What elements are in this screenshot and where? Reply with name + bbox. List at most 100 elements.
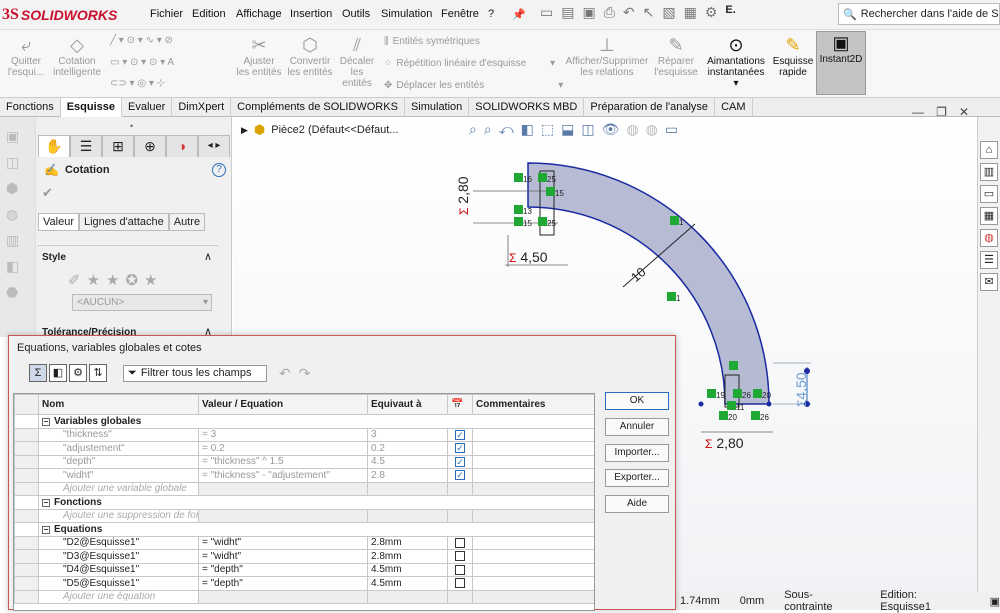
menu-simulation[interactable]: Simulation (381, 8, 432, 20)
relation-marker[interactable]: 15 (514, 217, 532, 228)
status-icon[interactable]: ▣ (990, 595, 1000, 608)
menu-fenetre[interactable]: Fenêtre (441, 8, 479, 20)
eq-value[interactable]: = "depth" (198, 562, 368, 577)
tab-simulation[interactable]: Simulation (405, 98, 470, 117)
table-row[interactable]: "adjustement" = 0.2 0.2 ✓ (14, 441, 594, 456)
tab-evaluer[interactable]: Evaluer (122, 98, 173, 117)
help-search-input[interactable]: 🔍 Rechercher dans l'aide de SOLIDW (838, 3, 1000, 25)
comment-cell[interactable] (472, 576, 594, 591)
relation-marker[interactable]: 16 (514, 173, 532, 184)
task-strip-icons[interactable]: ▣ ◫ ⬢ ◍ ▥ ◧ ⬣ (6, 123, 29, 305)
eval-cell[interactable]: ✓ (447, 454, 473, 469)
relation-icon[interactable] (729, 361, 738, 370)
group-globals[interactable]: − Variables globales (38, 414, 594, 429)
property-manager-tab[interactable]: ☰ (70, 135, 102, 157)
smart-dimension-button[interactable]: ◇ Cotation intelligente (50, 34, 104, 78)
group-row-equations[interactable]: − Equations (14, 522, 594, 537)
options-gear-icon[interactable]: ⚙ (705, 4, 718, 21)
sketch-equation-view-icon[interactable]: ◧ (49, 364, 67, 382)
help-icon[interactable]: ? (212, 163, 226, 177)
eq-name[interactable]: "D4@Esquisse1" (38, 562, 199, 577)
eval-cell[interactable] (447, 535, 473, 550)
relation-marker[interactable]: 1 (670, 216, 683, 227)
custom-properties-icon[interactable]: ☰ (980, 251, 998, 269)
checkbox-checked[interactable]: ✓ (455, 429, 465, 440)
checkbox-checked[interactable]: ✓ (455, 443, 465, 454)
chevron-down-icon[interactable]: ▾ (550, 58, 555, 69)
chevron-down-icon[interactable]: ▾ (558, 80, 563, 91)
menu-outils[interactable]: Outils (342, 8, 370, 20)
group-functions[interactable]: − Fonctions (38, 495, 594, 510)
table-row[interactable]: "widht" = "thickness" - "adjustement" 2.8 ✓ (14, 468, 594, 483)
import-button[interactable]: Importer... (605, 444, 669, 462)
group-equations[interactable]: − Equations (38, 522, 594, 537)
tab-solidworks-mbd[interactable]: SOLIDWORKS MBD (469, 98, 585, 117)
var-value[interactable]: = 0.2 (198, 441, 368, 456)
display-manager-tab[interactable]: ◑ (166, 135, 198, 157)
sketch-tools-grid[interactable]: ╱ ▾ ⊙ ▾ ∿ ▾ ⊘ (110, 35, 173, 46)
select-icon[interactable]: ↖ (643, 4, 655, 21)
checkbox-checked[interactable]: ✓ (455, 456, 465, 467)
file-properties-icon[interactable]: ▦ (684, 4, 697, 21)
eq-value[interactable]: = "widht" (198, 535, 368, 550)
var-value[interactable]: = 3 (198, 427, 368, 442)
pin-icon[interactable]: 📌 (512, 8, 526, 21)
sketch-tools-grid-2[interactable]: ▭ ▾ ⊙ ▾ ⊙ ▾ A (110, 57, 174, 68)
eval-cell[interactable]: ✓ (447, 427, 473, 442)
eq-name[interactable]: "D5@Esquisse1" (38, 576, 199, 591)
forum-icon[interactable]: ✉ (980, 273, 998, 291)
eval-cell[interactable] (447, 549, 473, 564)
dimension-d-top[interactable]: Σ 2,80 (455, 176, 471, 215)
relation-marker[interactable]: 25 (538, 217, 556, 228)
checkbox-unchecked[interactable] (455, 551, 465, 562)
eq-value[interactable]: = "widht" (198, 549, 368, 564)
table-row[interactable]: "D4@Esquisse1" = "depth" 4.5mm (14, 562, 594, 577)
filter-input[interactable]: ⏷ Filtrer tous les champs (123, 364, 267, 382)
collapse-toggle-icon[interactable]: − (42, 417, 50, 426)
comment-cell[interactable] (472, 454, 594, 469)
comment-cell[interactable] (472, 468, 594, 483)
var-name[interactable]: "widht" (38, 468, 199, 483)
var-name[interactable]: "adjustement" (38, 441, 199, 456)
collapse-handle[interactable]: • (130, 121, 133, 131)
group-row-functions[interactable]: − Fonctions (14, 495, 594, 510)
sketch-point[interactable] (698, 401, 704, 407)
comment-cell[interactable] (472, 535, 594, 550)
redo-icon[interactable]: ↷ (299, 365, 311, 382)
column-nom[interactable]: Nom (38, 394, 199, 415)
sketch-point[interactable] (766, 401, 772, 407)
eval-cell[interactable] (447, 576, 473, 591)
style-icons[interactable]: ✐★★✪★ (68, 271, 163, 289)
menu-edition[interactable]: Edition (192, 8, 226, 20)
linear-pattern-button[interactable]: ⁘ Répétition linéaire d'esquisse ▾ (384, 58, 555, 69)
tab-lignes-attache[interactable]: Lignes d'attache (78, 213, 169, 231)
undo-icon[interactable]: ↶ (623, 4, 635, 21)
var-value[interactable]: = "thickness" ^ 1.5 (198, 454, 368, 469)
line-icon[interactable]: ╱ ▾ ⊙ ▾ ∿ ▾ ⊘ (110, 35, 173, 46)
table-row[interactable]: Ajouter une variable globale (14, 481, 594, 496)
e-icon[interactable]: E. (725, 4, 735, 21)
tab-esquisse[interactable]: Esquisse (60, 98, 123, 117)
menu-insertion[interactable]: Insertion (290, 8, 332, 20)
var-name[interactable]: "depth" (38, 454, 199, 469)
print-icon[interactable]: ⎙ (604, 4, 615, 21)
table-row[interactable]: "thickness" = 3 3 ✓ (14, 427, 594, 442)
table-row[interactable]: Ajouter une suppression de foncti (14, 508, 594, 523)
relation-marker[interactable]: 26 (751, 411, 769, 422)
collapse-toggle-icon[interactable]: − (42, 498, 50, 507)
ok-button[interactable]: OK (605, 392, 669, 410)
dimension-d-bottom[interactable]: Σ 2,80 (705, 435, 744, 451)
column-valeur[interactable]: Valeur / Equation (198, 394, 368, 415)
dimension-d-right[interactable]: Σ4,50 (793, 372, 809, 407)
checkbox-unchecked[interactable] (455, 578, 465, 589)
rapid-sketch-button[interactable]: ✎ Esquisse rapide (772, 34, 814, 78)
relation-marker[interactable]: 11 (727, 401, 744, 412)
tab-preparation-analyse[interactable]: Préparation de l'analyse (584, 98, 716, 117)
eq-value[interactable]: = "depth" (198, 576, 368, 591)
var-value[interactable]: = "thickness" - "adjustement" (198, 468, 368, 483)
eq-name[interactable]: "D2@Esquisse1" (38, 535, 199, 550)
new-doc-icon[interactable]: ▭ (540, 4, 553, 21)
feature-manager-tab[interactable]: ✋ (38, 135, 70, 157)
save-icon[interactable]: ▣ (582, 4, 595, 21)
collapse-toggle-icon[interactable]: − (42, 525, 50, 534)
